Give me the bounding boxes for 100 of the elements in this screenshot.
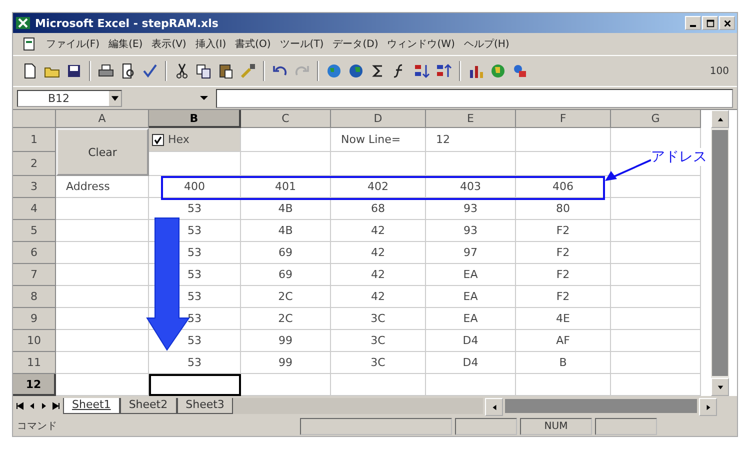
menu-item[interactable]: 書式(O)	[235, 37, 271, 51]
column-header[interactable]: A	[56, 110, 149, 128]
copy-icon[interactable]	[195, 62, 213, 80]
scroll-down-icon[interactable]	[716, 384, 724, 390]
column-header[interactable]: B	[149, 110, 241, 128]
clear-button[interactable]: Clear	[56, 128, 149, 176]
table-cell: 2C	[241, 286, 331, 308]
table-cell: 402	[331, 176, 426, 198]
globe-icon[interactable]	[347, 62, 365, 80]
horizontal-scrollbar[interactable]	[485, 398, 717, 414]
active-cell[interactable]	[149, 374, 241, 396]
table-cell: 4B	[241, 220, 331, 242]
menu-item[interactable]: ヘルプ(H)	[464, 37, 510, 51]
table-cell: Address	[56, 176, 149, 198]
sheet-tab[interactable]: Sheet1	[63, 398, 120, 414]
table-cell: 400	[149, 176, 241, 198]
spelling-icon[interactable]	[141, 62, 159, 80]
minimize-icon	[690, 25, 696, 27]
row-header[interactable]: 5	[13, 220, 56, 242]
menu-item[interactable]: 表示(V)	[152, 37, 186, 51]
table-cell: EA	[426, 308, 516, 330]
sheet-tab[interactable]: Sheet2	[120, 398, 177, 414]
table-cell: 42	[331, 286, 426, 308]
brush-icon[interactable]	[239, 62, 257, 80]
row-header[interactable]: 7	[13, 264, 56, 286]
checkmark-icon	[153, 134, 163, 144]
checkbox[interactable]	[152, 134, 164, 146]
row-header[interactable]: 11	[13, 352, 56, 374]
paste-icon[interactable]	[217, 62, 235, 80]
table-cell: 3C	[331, 352, 426, 374]
table-cell: 42	[331, 264, 426, 286]
table-cell: 53	[149, 352, 241, 374]
table-cell: D4	[426, 352, 516, 374]
table-cell: 97	[426, 242, 516, 264]
menu-item[interactable]: ファイル(F)	[46, 37, 100, 51]
menu-item[interactable]: 挿入(I)	[195, 37, 226, 51]
table-cell: F2	[516, 220, 611, 242]
column-header[interactable]: F	[516, 110, 611, 128]
column-header[interactable]: C	[241, 110, 331, 128]
vertical-scrollbar[interactable]	[711, 110, 729, 396]
menu-item[interactable]: ツール(T)	[280, 37, 324, 51]
table-cell: 42	[331, 220, 426, 242]
row-header[interactable]: 8	[13, 286, 56, 308]
table-cell: 93	[426, 198, 516, 220]
save-icon[interactable]	[65, 62, 83, 80]
table-cell: 69	[241, 264, 331, 286]
table-cell: 69	[241, 242, 331, 264]
first-sheet-icon[interactable]	[15, 401, 25, 411]
sort-ascending-icon[interactable]	[413, 62, 431, 80]
name-box[interactable]: B12	[17, 90, 122, 106]
table-cell: 99	[241, 352, 331, 374]
menu-item[interactable]: 編集(E)	[108, 37, 143, 51]
close-button[interactable]	[719, 16, 735, 30]
formula-field[interactable]	[216, 88, 733, 108]
sheet-tab[interactable]: Sheet3	[176, 398, 234, 414]
document-icon[interactable]	[21, 36, 37, 52]
scroll-up-icon[interactable]	[716, 116, 724, 122]
row-header[interactable]: 12	[13, 374, 56, 396]
leader-arrow	[603, 158, 653, 184]
row-header[interactable]: 3	[13, 176, 56, 198]
table-cell: 4E	[516, 308, 611, 330]
window-title: Microsoft Excel - stepRAM.xls	[35, 16, 218, 30]
checkbox-label[interactable]: Hex	[168, 133, 190, 146]
globe-icon[interactable]	[325, 62, 343, 80]
row-header[interactable]: 9	[13, 308, 56, 330]
annotation-label: アドレス	[651, 148, 707, 166]
table-cell: 99	[241, 330, 331, 352]
column-header[interactable]: E	[426, 110, 516, 128]
scroll-right-icon[interactable]	[704, 404, 712, 410]
column-header[interactable]: G	[611, 110, 701, 128]
table-cell: Now Line=	[331, 128, 426, 152]
close-icon	[722, 18, 732, 28]
sort-descending-icon[interactable]	[435, 62, 453, 80]
row-header[interactable]: 2	[13, 152, 56, 176]
row-header[interactable]: 4	[13, 198, 56, 220]
table-cell: 80	[516, 198, 611, 220]
table-cell: EA	[426, 286, 516, 308]
status-panel	[455, 418, 517, 434]
table-cell: F2	[516, 242, 611, 264]
table-cell: F2	[516, 286, 611, 308]
shapes-icon[interactable]	[511, 62, 529, 80]
menu-item[interactable]: ウィンドウ(W)	[387, 37, 455, 51]
excel-logo-icon	[15, 15, 31, 31]
row-header[interactable]: 6	[13, 242, 56, 264]
last-sheet-icon[interactable]	[51, 401, 61, 411]
table-cell: AF	[516, 330, 611, 352]
row-header[interactable]: 10	[13, 330, 56, 352]
maximize-button[interactable]	[702, 16, 718, 30]
table-cell: 3C	[331, 308, 426, 330]
zoom-value[interactable]: 100	[710, 66, 729, 76]
table-cell: B	[516, 352, 611, 374]
table-cell: 68	[331, 198, 426, 220]
minimize-button[interactable]	[685, 16, 701, 30]
row-header[interactable]: 1	[13, 128, 56, 152]
maximize-icon	[706, 18, 714, 28]
column-header[interactable]: D	[331, 110, 426, 128]
cell-reference: B12	[48, 92, 70, 104]
scroll-left-icon[interactable]	[490, 404, 498, 410]
table-cell: 12	[426, 128, 516, 152]
menu-item[interactable]: データ(D)	[332, 37, 378, 51]
